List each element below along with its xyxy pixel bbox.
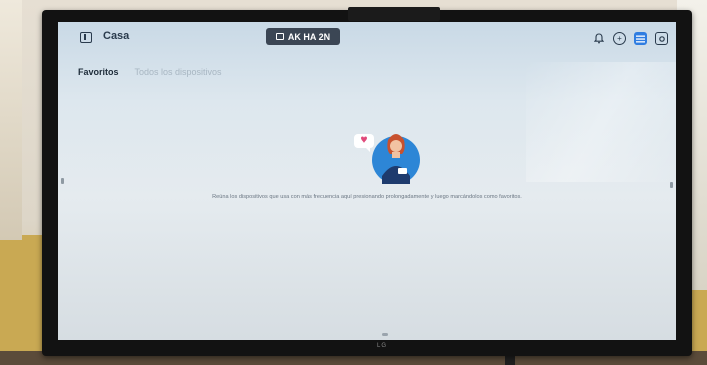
header-actions: + [592,32,668,45]
sidebar-toggle-icon[interactable] [80,32,92,43]
tv-camera [348,7,440,21]
scroll-left-handle[interactable] [61,178,64,184]
screen-icon [275,33,284,40]
bell-icon[interactable] [592,32,605,45]
empty-state-message: Reúna los dispositivos que usa con más f… [212,194,522,200]
plus-icon[interactable]: + [613,32,626,45]
tab-all-devices[interactable]: Todos los dispositivos [135,67,222,77]
window-left [0,0,22,240]
list-icon[interactable] [634,32,647,45]
screen-glare [526,62,676,182]
bottom-drawer-handle[interactable] [382,333,388,336]
empty-state-illustration [352,126,424,188]
device-name: AK HA 2N [287,31,331,42]
gear-icon[interactable] [655,32,668,45]
page-title: Casa [103,30,130,42]
top-bar: Casa AK HA 2N + [58,22,676,56]
device-selector-button[interactable]: AK HA 2N [266,28,340,45]
scroll-right-handle[interactable] [670,182,673,188]
tab-favorites[interactable]: Favoritos [78,67,119,77]
tab-bar: Favoritos Todos los dispositivos [78,67,222,77]
tv-brand-logo: LG [377,343,388,349]
app-screen: Casa AK HA 2N + Favoritos Todos los disp… [58,22,676,340]
